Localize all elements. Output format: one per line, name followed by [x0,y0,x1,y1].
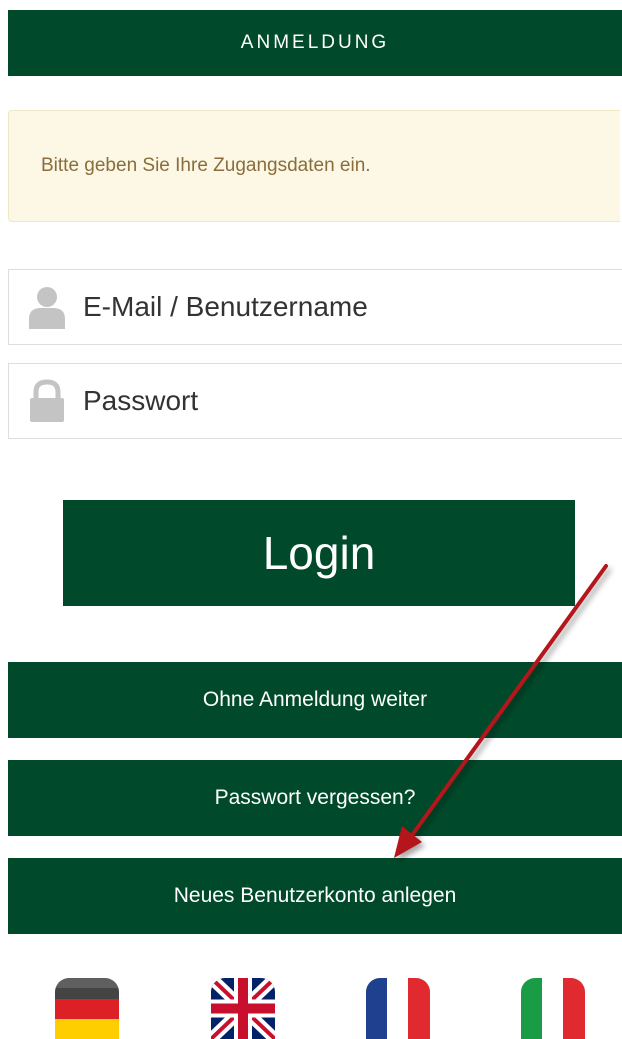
header-title: ANMELDUNG [240,32,390,53]
user-icon [27,285,67,329]
username-placeholder: E-Mail / Benutzername [83,291,368,322]
french-flag-icon[interactable] [366,978,430,1039]
forgot-password-label: Passwort vergessen? [214,786,416,809]
continue-without-login-label: Ohne Anmeldung weiter [202,688,428,711]
lock-icon [27,379,67,423]
login-button[interactable]: Login [63,500,575,606]
create-account-button[interactable]: Neues Benutzerkonto anlegen [8,858,622,934]
username-field[interactable]: E-Mail / Benutzername [8,269,622,345]
italian-flag-icon[interactable] [521,978,585,1039]
german-flag-icon[interactable] [55,978,119,1039]
language-selector [0,978,622,1039]
uk-flag-icon[interactable] [211,978,275,1039]
login-header: ANMELDUNG [8,10,622,76]
password-field[interactable]: Passwort [8,363,622,439]
login-button-label: Login [262,527,376,579]
login-notice: Bitte geben Sie Ihre Zugangsdaten ein. [8,110,620,222]
notice-text: Bitte geben Sie Ihre Zugangsdaten ein. [41,155,371,176]
password-placeholder: Passwort [83,385,199,416]
continue-without-login-button[interactable]: Ohne Anmeldung weiter [8,662,622,738]
create-account-label: Neues Benutzerkonto anlegen [173,884,457,907]
forgot-password-button[interactable]: Passwort vergessen? [8,760,622,836]
